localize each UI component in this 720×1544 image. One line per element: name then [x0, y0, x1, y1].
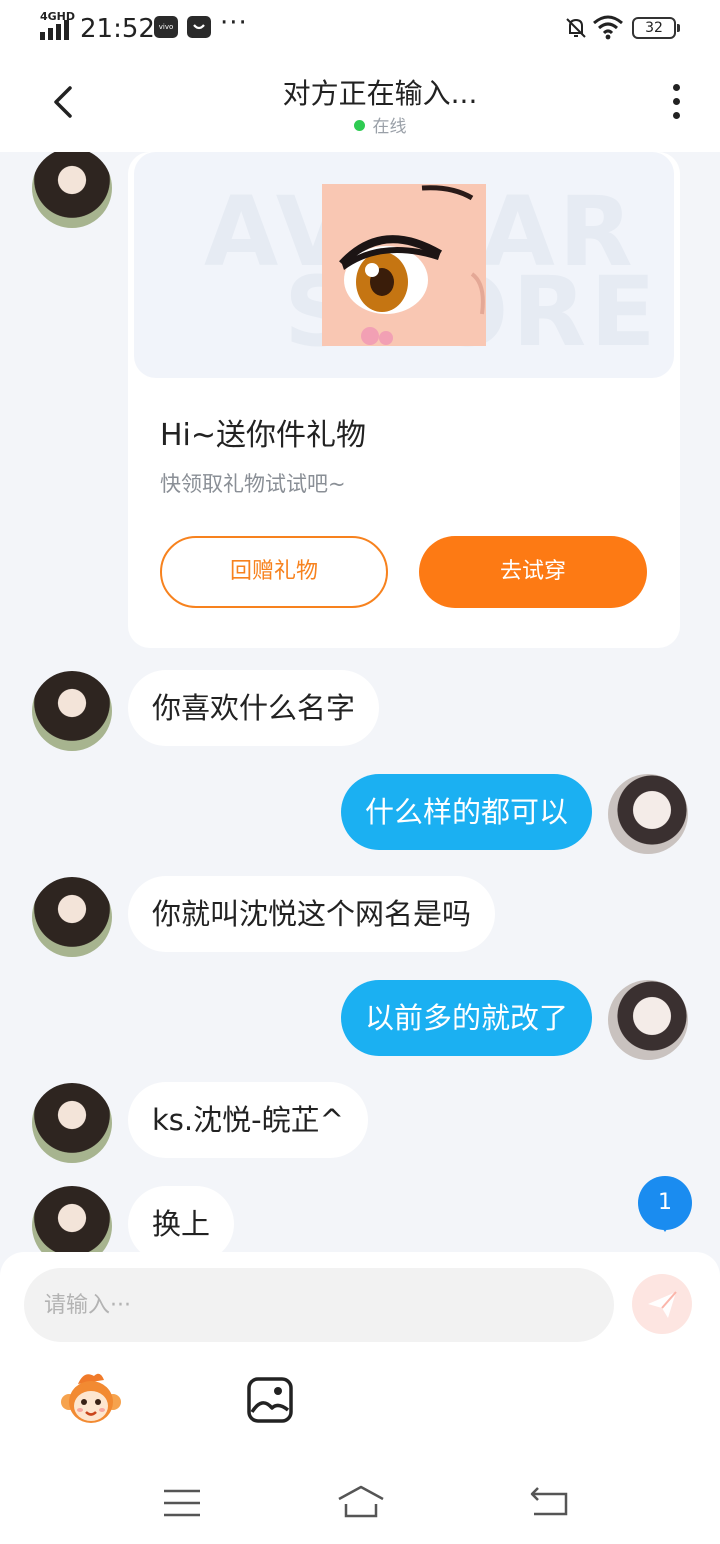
page-title: 对方正在输入... — [282, 77, 478, 110]
return-gift-button[interactable]: 回赠礼物 — [160, 536, 388, 608]
menu-icon[interactable] — [162, 1486, 202, 1520]
bell-off-icon — [566, 18, 586, 38]
status-bar: 4GHD 21:52 vivo ··· 32 — [0, 0, 720, 58]
battery-icon: 32 — [632, 17, 680, 39]
chat-message-list[interactable]: AVATAR STORE Hi~送你件礼物 快领取礼物试试吧~ 回赠礼物 去试穿… — [0, 152, 720, 1252]
unread-count-badge[interactable]: 1 — [638, 1176, 692, 1232]
online-status-label: 在线 — [372, 117, 407, 137]
message-bubble-outgoing[interactable]: 以前多的就改了 — [340, 980, 592, 1056]
message-bubble-incoming[interactable]: 你喜欢什么名字 — [128, 670, 380, 746]
message-bubble-incoming[interactable]: 你就叫沈悦这个网名是吗 — [128, 876, 496, 952]
gift-card-subtitle: 快领取礼物试试吧~ — [160, 472, 346, 496]
monkey-emoji-icon[interactable] — [60, 1370, 122, 1428]
chat-header: 对方正在输入... 在线 — [0, 58, 720, 152]
message-bubble-incoming[interactable]: ks.沈悦-皖芷^ — [128, 1082, 368, 1158]
home-icon[interactable] — [336, 1482, 386, 1522]
status-time: 21:52 — [80, 14, 155, 44]
image-icon[interactable] — [246, 1376, 294, 1424]
more-notifications-icon: ··· — [220, 8, 248, 38]
send-button[interactable] — [632, 1274, 692, 1334]
message-bubble-incoming[interactable]: 换上 — [128, 1186, 235, 1252]
gift-card-title: Hi~送你件礼物 — [160, 418, 367, 453]
message-bubble-outgoing[interactable]: 什么样的都可以 — [340, 774, 592, 850]
contact-avatar[interactable] — [32, 877, 112, 957]
contact-avatar[interactable] — [32, 671, 112, 751]
back-icon[interactable] — [526, 1484, 572, 1520]
my-avatar[interactable] — [608, 774, 688, 854]
vivo-app-icon: vivo — [154, 16, 178, 38]
online-status: 在线 — [0, 112, 720, 137]
shopping-bag-icon — [187, 16, 211, 38]
message-input[interactable] — [24, 1268, 614, 1342]
my-avatar[interactable] — [608, 980, 688, 1060]
try-on-button[interactable]: 去试穿 — [419, 536, 647, 608]
wifi-icon — [593, 15, 623, 40]
gift-card[interactable]: AVATAR STORE Hi~送你件礼物 快领取礼物试试吧~ 回赠礼物 去试穿 — [128, 152, 680, 648]
contact-avatar[interactable] — [32, 1186, 112, 1252]
send-icon — [648, 1291, 677, 1318]
more-vertical-icon[interactable] — [664, 84, 688, 126]
signal-icon — [40, 20, 69, 40]
online-dot-icon — [353, 120, 365, 131]
contact-avatar[interactable] — [32, 1083, 112, 1163]
anime-eye-image — [322, 184, 486, 346]
contact-avatar[interactable] — [32, 152, 112, 228]
gift-image-area: AVATAR STORE — [134, 152, 674, 378]
